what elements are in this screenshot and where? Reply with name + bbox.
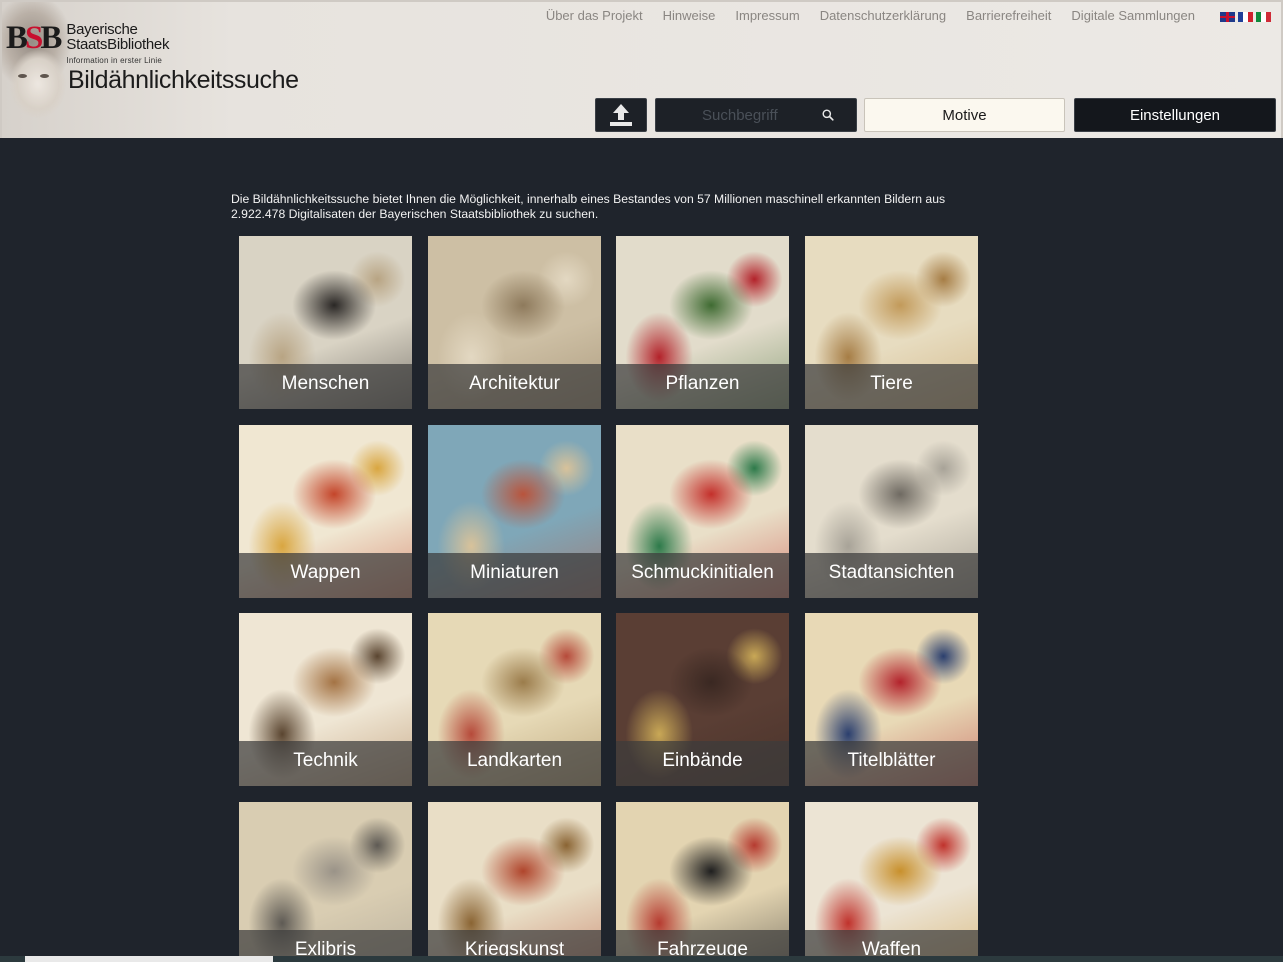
logo-tagline: Information in erster Linie (66, 56, 163, 65)
category-label: Wappen (290, 562, 361, 583)
category-label: Titelblätter (847, 750, 936, 771)
language-switcher (1220, 12, 1271, 22)
category-tile-landkarten[interactable]: Landkarten (428, 613, 601, 786)
category-tile-kriegskunst[interactable]: Kriegskunst (428, 802, 601, 962)
category-label: Stadtansichten (828, 562, 955, 583)
category-label: Einbände (662, 750, 743, 771)
upload-button[interactable] (595, 98, 647, 132)
logo-name-line1: Bayerische (66, 21, 138, 38)
search-input[interactable] (702, 106, 822, 124)
category-label: Menschen (281, 373, 370, 394)
category-tile-titelblätter[interactable]: Titelblätter (805, 613, 978, 786)
flag-en-icon[interactable] (1220, 12, 1235, 22)
logo-name-line2: StaatsBibliothek (66, 36, 170, 53)
category-tile-fahrzeuge[interactable]: Fahrzeuge (616, 802, 789, 962)
logo-text: Bayerische StaatsBibliothek Information … (66, 22, 169, 65)
nav-link-hinweise[interactable]: Hinweise (663, 8, 716, 23)
category-tile-technik[interactable]: Technik (239, 613, 412, 786)
category-label: Pflanzen (665, 373, 740, 394)
category-tile-menschen[interactable]: Menschen (239, 236, 412, 409)
category-tile-architektur[interactable]: Architektur (428, 236, 601, 409)
bsb-logo-mark: BSB (6, 20, 62, 56)
category-label: Tiere (870, 373, 913, 394)
category-label: Miniaturen (470, 562, 559, 583)
motive-button[interactable]: Motive (864, 98, 1065, 132)
flag-it-icon[interactable] (1256, 12, 1271, 22)
nav-link-impressum[interactable]: Impressum (735, 8, 799, 23)
portrait-eye (18, 74, 27, 78)
top-nav: Über das Projekt Hinweise Impressum Date… (546, 8, 1195, 23)
category-tile-einbände[interactable]: Einbände (616, 613, 789, 786)
nav-link-projekt[interactable]: Über das Projekt (546, 8, 643, 23)
category-tile-tiere[interactable]: Tiere (805, 236, 978, 409)
header: BSB Bayerische StaatsBibliothek Informat… (0, 0, 1283, 140)
nav-link-datenschutz[interactable]: Datenschutzerklärung (820, 8, 946, 23)
category-label: Technik (293, 750, 358, 771)
category-label: Architektur (469, 373, 560, 394)
category-tile-miniaturen[interactable]: Miniaturen (428, 425, 601, 598)
search-icon[interactable] (822, 105, 834, 125)
category-tile-stadtansichten[interactable]: Stadtansichten (805, 425, 978, 598)
upload-icon (610, 104, 632, 126)
flag-fr-icon[interactable] (1238, 12, 1253, 22)
category-tile-schmuckinitialen[interactable]: Schmuckinitialen (616, 425, 789, 598)
category-tile-wappen[interactable]: Wappen (239, 425, 412, 598)
bsb-logo[interactable]: BSB Bayerische StaatsBibliothek Informat… (6, 20, 169, 66)
category-tile-waffen[interactable]: Waffen (805, 802, 978, 962)
scrollbar-thumb[interactable] (25, 956, 273, 962)
category-tile-exlibris[interactable]: Exlibris (239, 802, 412, 962)
portrait-eye (40, 74, 49, 78)
search-box (655, 98, 857, 132)
settings-button[interactable]: Einstellungen (1074, 98, 1276, 132)
category-tile-pflanzen[interactable]: Pflanzen (616, 236, 789, 409)
intro-text: Die Bildähnlichkeitssuche bietet Ihnen d… (231, 192, 946, 221)
nav-link-barrierefreiheit[interactable]: Barrierefreiheit (966, 8, 1051, 23)
horizontal-scrollbar[interactable] (0, 956, 1283, 962)
category-label: Schmuckinitialen (631, 562, 774, 583)
category-label: Landkarten (466, 750, 563, 771)
nav-link-digitale-sammlungen[interactable]: Digitale Sammlungen (1071, 8, 1195, 23)
app-title: Bildähnlichkeitssuche (68, 66, 299, 94)
